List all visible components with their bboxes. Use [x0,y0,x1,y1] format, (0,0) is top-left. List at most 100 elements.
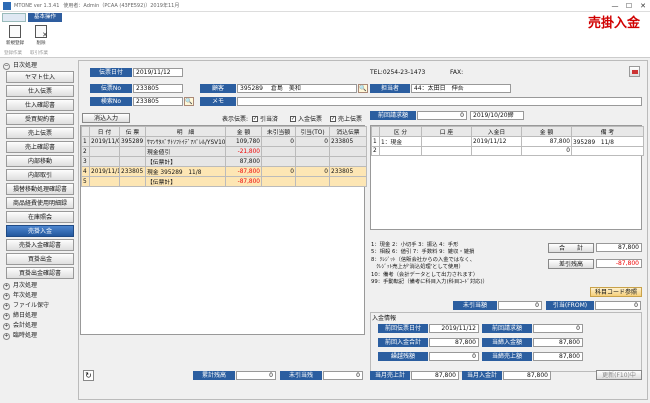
diff-value: -87,800 [596,259,642,268]
cell-slip [119,156,146,167]
sidebar-item[interactable]: 仕入確認書 [6,99,74,111]
sidebar-group[interactable]: + 臨時処理 [3,331,76,341]
month-deposit-value: 87,800 [503,371,551,380]
expand-icon: + [3,282,10,290]
refresh-icon[interactable]: ↻ [83,370,94,381]
sidebar-group[interactable]: + 会計処理 [3,321,76,331]
customer-search-icon[interactable]: 🔍 [358,84,368,93]
right-grid: 区 分口 座入金日金 額備 考 1 1：現金 2019/11/12 87,800 395… [370,125,644,230]
close-button[interactable]: ✕ [636,0,650,12]
sidebar-item[interactable]: 売上確認書 [6,141,74,153]
account-code-button[interactable]: 科目コード参照 [590,287,642,297]
tab-basic[interactable]: 基本操作 [28,13,62,22]
row-number: 2 [371,146,380,156]
minimize-button[interactable]: — [608,0,622,12]
cell-account[interactable] [421,146,472,156]
staff-field[interactable]: 44：太田日 伸吾 [411,84,511,93]
cell-slip: 395289 [119,136,146,147]
search-field[interactable]: 233805 [133,97,183,106]
grid-header: 金 額 [225,126,262,137]
slip-field[interactable]: 233805 [133,84,183,93]
sidebar-group-daily[interactable]: − 日次処理 [3,61,76,71]
chk-allocated[interactable]: ✓ 引当済 [252,114,278,123]
customer-field[interactable]: 395289 倉島 美和 [237,84,357,93]
sidebar-item-selected[interactable]: 売掛入金 [6,225,74,237]
cell-date: 2019/11/12 [89,166,120,177]
sidebar-item[interactable]: ヤマト仕入 [6,71,74,83]
note-line: 99：手動転記（備考に科目入力(科目ｺｰﾄﾞ対応)） [371,279,488,286]
cell-remarks[interactable] [571,146,644,156]
sidebar-item[interactable]: 内部取引 [6,169,74,181]
row-number: 3 [81,156,90,167]
update-button[interactable]: 更新(F10)中 [596,370,642,380]
table-row[interactable]: 1 1：現金 2019/11/12 87,800 395289 11/8 [371,136,644,147]
cur-total-label: 当締入金額 [482,338,532,347]
display-label: 表示伝票: [222,116,249,123]
quick-access-tab[interactable] [2,13,26,22]
sidebar-item[interactable]: 売上伝票 [6,127,74,139]
cell-type[interactable] [379,146,422,156]
sidebar-group-label: 締日処理 [13,312,38,319]
window-title: MTONE ver 1.3.41 [14,2,60,9]
cell-type[interactable]: 1：現金 [379,136,422,147]
deposit-entry-button[interactable]: 消込入力 [82,113,130,123]
delete-button[interactable]: ✕ 削除 [30,25,52,46]
sidebar-item[interactable]: 売掛入金確認書 [6,239,74,251]
chk-sales-slip[interactable]: ✓ 売上伝票 [330,114,362,123]
carry-label: 繰越残額 [378,352,428,361]
date-field[interactable]: 2019/11/12 [133,68,183,77]
sidebar: − 日次処理 ヤマト仕入 仕入伝票 仕入確認書 受買契約書 売上伝票 売上確認書 … [3,61,76,399]
unalloc-label: 未引当額 [453,301,497,310]
print-icon[interactable] [629,66,640,77]
sidebar-group-label: 臨時処理 [13,332,38,339]
cell-remarks[interactable]: 395289 11/8 [571,136,644,147]
grid-header: 区 分 [379,126,422,137]
collapse-icon: − [3,62,10,70]
sidebar-item[interactable]: 損替移動処理確認書 [6,183,74,195]
deposit-grid: 日 付伝 票明 細金 額未引当額引当(TO)消込伝票 12019/11/0939… [81,126,367,187]
sidebar-item[interactable]: 在庫照会 [6,211,74,223]
chk-deposit-slip[interactable]: ✓ 入金伝票 [290,114,322,123]
cell-amount[interactable]: 0 [521,146,572,156]
maximize-button[interactable]: ☐ [622,0,636,12]
sidebar-item[interactable]: 買掛出金 [6,253,74,265]
sidebar-group[interactable]: + 年次処理 [3,291,76,301]
sidebar-item[interactable]: 買掛出金確認書 [6,267,74,279]
prev-total-value: 87,800 [429,338,479,347]
table-row[interactable]: 3 【伝票計】 87,800 [81,156,367,167]
checkbox-icon: ✓ [290,115,296,122]
sidebar-group[interactable]: + ファイル保守 [3,301,76,311]
cell-alloc: 0 [295,136,330,147]
cell-unalloc [261,176,296,187]
cell-unalloc [261,156,296,167]
sidebar-item[interactable]: 商品経費使用明細録 [6,197,74,209]
table-row[interactable]: 5 【伝票計】 -87,800 [81,176,367,187]
cell-clear-slip [329,176,367,187]
table-row[interactable]: 20 [371,146,644,156]
table-row[interactable]: 12019/11/09395289ｻﾏﾝｻﾀﾊﾞｻﾄｿﾌﾄｲﾃﾞｱﾊﾟﾚﾙ/YS… [81,136,367,147]
cell-amount: 109,780 [225,136,262,147]
cell-amount[interactable]: 87,800 [521,136,572,147]
cell-deposit-date[interactable]: 2019/11/12 [471,136,522,147]
cell-alloc [295,176,330,187]
cell-clear-slip: 233805 [329,136,367,147]
sidebar-group[interactable]: + 月次処理 [3,281,76,291]
sidebar-item[interactable]: 仕入伝票 [6,85,74,97]
sidebar-item[interactable]: 内部移動 [6,155,74,167]
unalloc-value: 0 [498,301,542,310]
app-icon [3,1,11,10]
table-row[interactable]: 42019/11/12233805現金 395289 11/8-87,80000… [81,166,367,177]
sidebar-item[interactable]: 受買契約書 [6,113,74,125]
grid-header: 日 付 [89,126,120,137]
cell-deposit-date[interactable] [471,146,522,156]
grid-header: 備 考 [571,126,644,137]
cell-account[interactable] [421,136,472,147]
chk-label: 売上伝票 [338,116,363,123]
memo-field[interactable] [237,97,642,106]
carry-value: 0 [429,352,479,361]
note-line: 10：備考（会計データとして出力されます） [371,271,479,278]
new-button[interactable]: 新規登録 [4,25,26,46]
sidebar-group[interactable]: + 締日処理 [3,311,76,321]
slip-search-icon[interactable]: 🔍 [184,97,194,106]
table-row[interactable]: 2 現金値引 -21,800 [81,146,367,157]
